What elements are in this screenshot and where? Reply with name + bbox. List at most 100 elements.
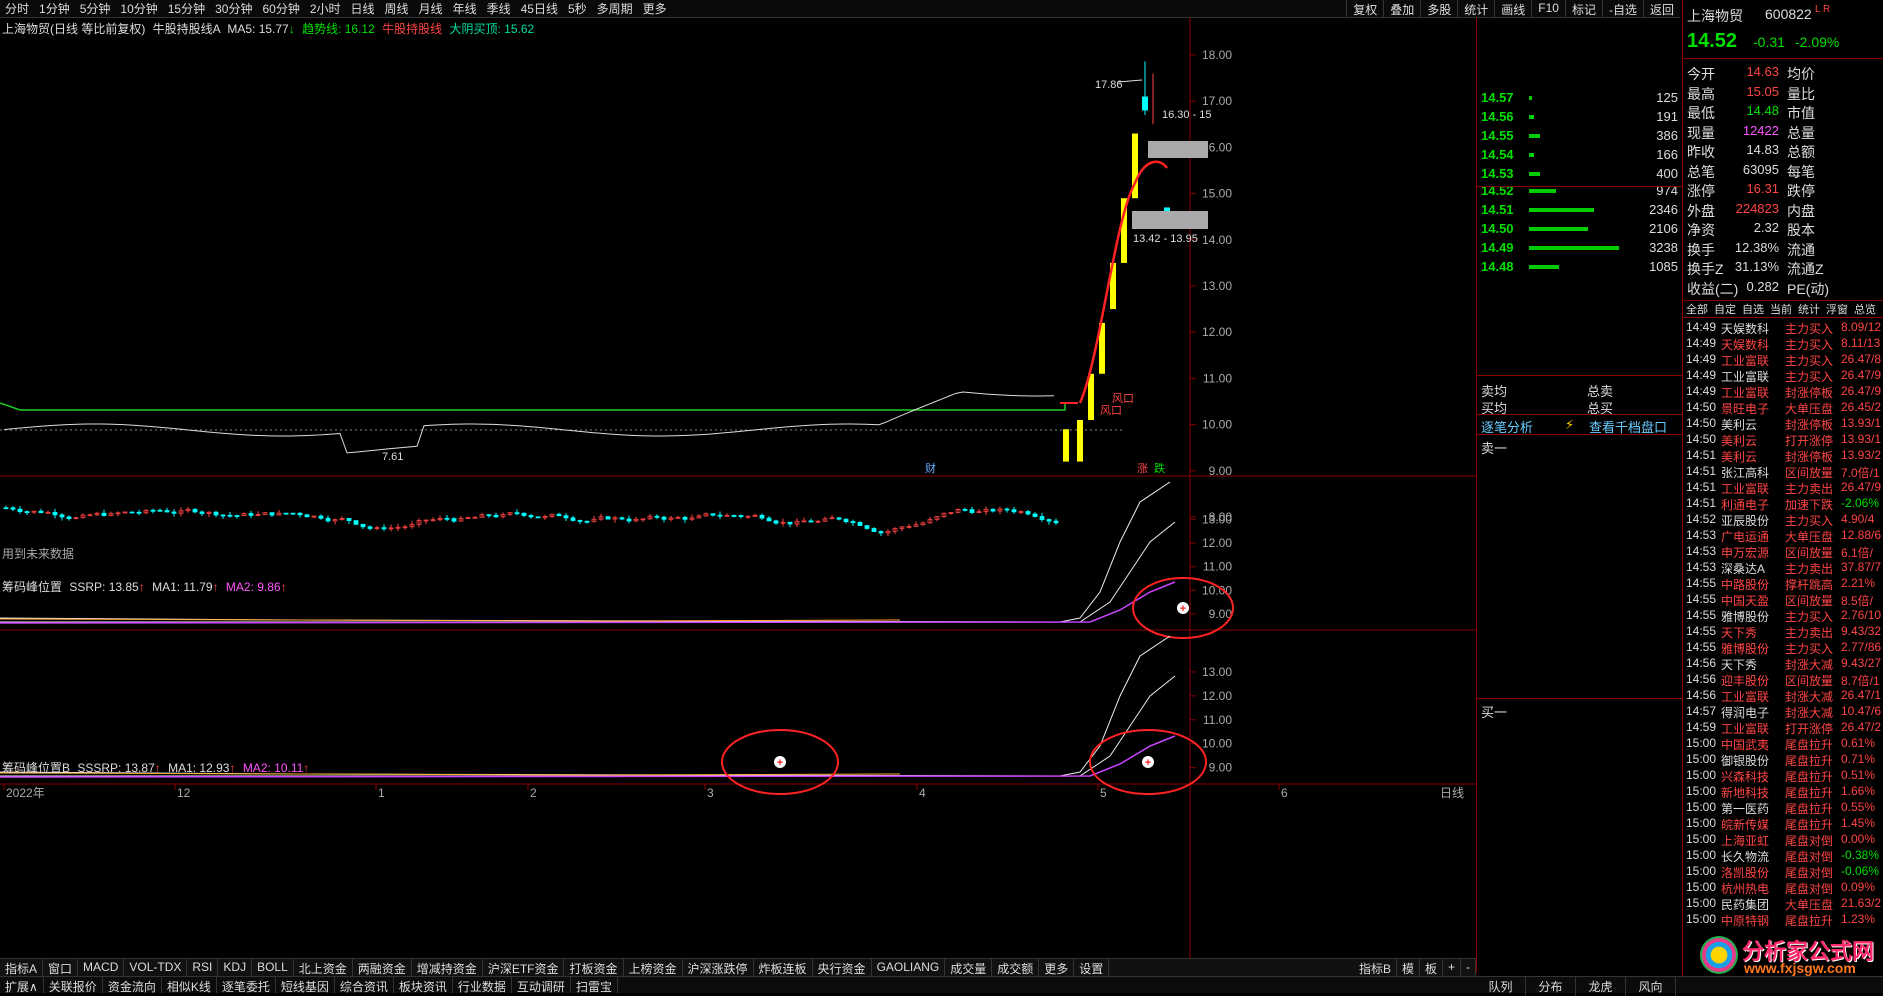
alert-row[interactable]: 14:55 天下秀 主力卖出 9.43/32 — [1683, 624, 1883, 640]
bottom-tab[interactable]: 关联报价 — [44, 977, 103, 994]
alert-row[interactable]: 14:53 申万宏源 区间放量 6.1倍/ — [1683, 544, 1883, 560]
quote-tab[interactable]: 自定 — [1711, 301, 1739, 316]
period-tab[interactable]: 5分钟 — [75, 0, 116, 17]
alert-row[interactable]: 14:49 天娱数科 主力买入 8.11/13 — [1683, 336, 1883, 352]
period-tab[interactable]: 季线 — [482, 0, 516, 17]
bottom-tab[interactable]: 行业数据 — [453, 977, 512, 994]
indicator-tab[interactable]: 打板资金 — [564, 959, 624, 976]
indicator-tab[interactable]: 设置 — [1074, 959, 1110, 976]
bottom-right-tab[interactable]: 队列 — [1476, 977, 1526, 996]
alert-row[interactable]: 15:00 民药集团 大单压盘 21.63/2 — [1683, 896, 1883, 912]
alert-row[interactable]: 14:56 天下秀 封涨大减 9.43/27 — [1683, 656, 1883, 672]
period-tab[interactable]: 月线 — [414, 0, 448, 17]
bottom-tab[interactable]: 综合资讯 — [335, 977, 394, 994]
alert-row[interactable]: 14:53 广电运通 大单压盘 12.88/6 — [1683, 528, 1883, 544]
period-tab[interactable]: 10分钟 — [115, 0, 162, 17]
indicator-tab[interactable]: 窗口 — [43, 959, 79, 976]
alert-row[interactable]: 15:00 新地科技 尾盘拉升 1.66% — [1683, 784, 1883, 800]
period-tab[interactable]: 更多 — [638, 0, 672, 17]
alert-row[interactable]: 14:55 中国天盈 区间放量 8.5倍/ — [1683, 592, 1883, 608]
alert-row[interactable]: 15:00 杭州热电 尾盘对倒 0.09% — [1683, 880, 1883, 896]
alert-row[interactable]: 14:50 景旺电子 大单压盘 26.45/2 — [1683, 400, 1883, 416]
indicator-tab[interactable]: BOLL — [252, 959, 294, 976]
bottom-tab[interactable]: 互动调研 — [512, 977, 571, 994]
indicator-tab[interactable]: 增减持资金 — [412, 959, 483, 976]
indicator-tab[interactable]: MACD — [78, 959, 125, 976]
indicator-tab[interactable]: GAOLIANG — [872, 959, 946, 976]
bottom-tab[interactable]: 板块资讯 — [394, 977, 453, 994]
indicator-tab[interactable]: 炸板连板 — [754, 959, 813, 976]
alert-row[interactable]: 15:00 中原特钢 尾盘拉升 1.23% — [1683, 912, 1883, 928]
bottom-right-tab[interactable]: 龙虎 — [1576, 977, 1626, 996]
alert-row[interactable]: 14:55 中路股份 撑杆跳高 2.21% — [1683, 576, 1883, 592]
period-tab[interactable]: 周线 — [380, 0, 414, 17]
alert-row[interactable]: 14:55 雅博股份 主力买入 2.76/10 — [1683, 608, 1883, 624]
alert-row[interactable]: 14:56 迎丰股份 区间放量 8.7倍/1 — [1683, 672, 1883, 688]
quote-tab[interactable]: 当前 — [1767, 301, 1795, 316]
indicator-tab[interactable]: 成交额 — [992, 959, 1040, 976]
bottom-right-tab[interactable]: 分布 — [1526, 977, 1576, 996]
toolbar-right-button[interactable]: 统计 — [1457, 0, 1494, 18]
alert-row[interactable]: 15:00 第一医药 尾盘拉升 0.55% — [1683, 800, 1883, 816]
period-tab[interactable]: 多周期 — [592, 0, 638, 17]
indicator-tab[interactable]: 更多 — [1039, 959, 1075, 976]
quote-tab[interactable]: 总览 — [1851, 301, 1879, 316]
alert-row[interactable]: 14:51 工业富联 主力卖出 26.47/9 — [1683, 480, 1883, 496]
toolbar-right-button[interactable]: F10 — [1531, 0, 1565, 18]
indicator-tab[interactable]: 两融资金 — [353, 959, 412, 976]
indicator-tab[interactable]: RSI — [187, 959, 219, 976]
period-tab[interactable]: 1分钟 — [34, 0, 75, 17]
indicator-tab[interactable]: 指标A — [0, 959, 44, 976]
alert-row[interactable]: 14:49 工业富联 主力买入 26.47/9 — [1683, 368, 1883, 384]
alert-row[interactable]: 14:53 深桑达A 主力卖出 37.87/7 — [1683, 560, 1883, 576]
indicator-tab[interactable]: VOL-TDX — [124, 959, 188, 976]
period-tab[interactable]: 15分钟 — [163, 0, 210, 17]
alert-row[interactable]: 14:49 工业富联 封涨停板 26.47/9 — [1683, 384, 1883, 400]
bottom-right-tab[interactable]: 风向 — [1626, 977, 1676, 996]
quote-tab[interactable]: 全部 — [1683, 301, 1711, 316]
period-tab[interactable]: 45日线 — [516, 0, 563, 17]
period-tab[interactable]: 日线 — [346, 0, 380, 17]
bottom-tab[interactable]: 相似K线 — [162, 977, 217, 994]
quote-tab[interactable]: 统计 — [1795, 301, 1823, 316]
alert-row[interactable]: 14:55 雅博股份 主力买入 2.77/86 — [1683, 640, 1883, 656]
chart-svg[interactable]: 18.0017.0016.0015.0014.0013.0012.0011.00… — [0, 18, 1476, 973]
indicator-tab[interactable]: 上榜资金 — [624, 959, 683, 976]
alert-row[interactable]: 14:50 美利云 打开涨停 13.93/1 — [1683, 432, 1883, 448]
alert-row[interactable]: 14:57 得润电子 封涨大减 10.47/6 — [1683, 704, 1883, 720]
toolbar-right-button[interactable]: 多股 — [1420, 0, 1457, 18]
quote-tab[interactable]: 自选 — [1739, 301, 1767, 316]
indicator-tab[interactable]: 央行资金 — [813, 959, 872, 976]
alert-row[interactable]: 14:51 美利云 封涨停板 13.93/2 — [1683, 448, 1883, 464]
bottom-tab[interactable]: 资金流向 — [103, 977, 162, 994]
indicator-tab[interactable]: 北上资金 — [294, 959, 353, 976]
alert-row[interactable]: 15:00 上海亚虹 尾盘对倒 0.00% — [1683, 832, 1883, 848]
period-tab[interactable]: 2小时 — [305, 0, 346, 17]
alert-row[interactable]: 14:51 利通电子 加速下跌 -2.06% — [1683, 496, 1883, 512]
period-tab[interactable]: 5秒 — [563, 0, 592, 17]
period-tab[interactable]: 年线 — [448, 0, 482, 17]
alert-row[interactable]: 15:00 长久物流 尾盘对倒 -0.38% — [1683, 848, 1883, 864]
period-tab[interactable]: 分时 — [0, 0, 34, 17]
bottom-tab[interactable]: 短线基因 — [276, 977, 335, 994]
toolbar-right-button[interactable]: 标记 — [1564, 0, 1602, 18]
alert-row[interactable]: 14:56 工业富联 封涨大减 26.47/1 — [1683, 688, 1883, 704]
indicator-tab[interactable]: 沪深涨跌停 — [683, 959, 754, 976]
alert-row[interactable]: 14:51 张江高科 区间放量 7.0倍/1 — [1683, 464, 1883, 480]
alert-row[interactable]: 15:00 中国武夷 尾盘拉升 0.61% — [1683, 736, 1883, 752]
toolbar-right-button[interactable]: 叠加 — [1383, 0, 1420, 18]
indicator-tab[interactable]: 成交量 — [945, 959, 993, 976]
bottom-tab[interactable]: 逐笔委托 — [217, 977, 276, 994]
indicator-tab[interactable]: 沪深ETF资金 — [483, 959, 565, 976]
alert-row[interactable]: 14:50 美利云 封涨停板 13.93/1 — [1683, 416, 1883, 432]
period-tab[interactable]: 60分钟 — [257, 0, 304, 17]
alert-row[interactable]: 14:49 工业富联 主力买入 26.47/8 — [1683, 352, 1883, 368]
alert-row[interactable]: 15:00 兴森科技 尾盘拉升 0.51% — [1683, 768, 1883, 784]
alert-row[interactable]: 15:00 皖新传媒 尾盘拉升 1.45% — [1683, 816, 1883, 832]
alert-row[interactable]: 14:49 天娱数科 主力买入 8.09/12 — [1683, 320, 1883, 336]
bottom-tab[interactable]: 扩展∧ — [0, 977, 44, 994]
toolbar-right-button[interactable]: 复权 — [1346, 0, 1383, 18]
toolbar-right-button[interactable]: 画线 — [1494, 0, 1531, 18]
alert-row[interactable]: 14:59 工业富联 打开涨停 26.47/2 — [1683, 720, 1883, 736]
toolbar-right-button[interactable]: 返回 — [1642, 0, 1680, 18]
